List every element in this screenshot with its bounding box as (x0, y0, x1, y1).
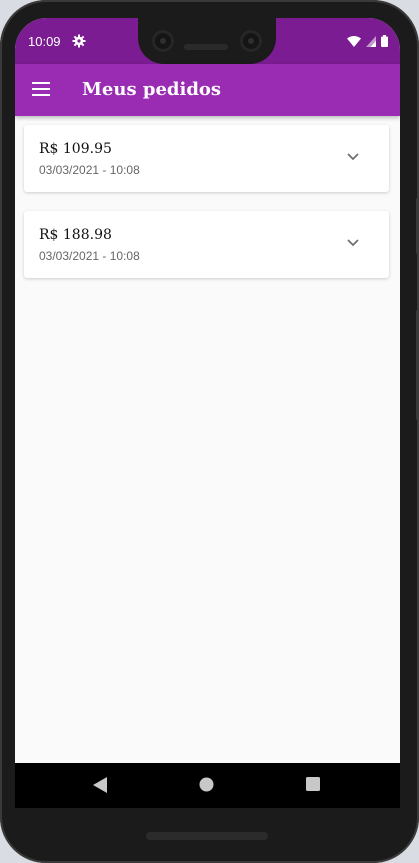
back-icon[interactable] (93, 777, 107, 793)
menu-icon[interactable] (32, 82, 50, 96)
order-amount: R$ 188.98 (39, 227, 112, 243)
bottom-speaker-grille (146, 832, 268, 840)
screen: 10:09 Meus pedidos R$ 109.95 03/03/2021 … (15, 18, 400, 808)
status-time: 10:09 (28, 34, 61, 49)
home-icon[interactable] (199, 777, 214, 792)
front-camera (152, 30, 174, 52)
phone-frame: 10:09 Meus pedidos R$ 109.95 03/03/2021 … (0, 0, 419, 863)
app-bar: Meus pedidos (15, 64, 400, 116)
navigation-bar (15, 763, 400, 808)
order-card[interactable]: R$ 109.95 03/03/2021 - 10:08 (24, 125, 389, 192)
order-date: 03/03/2021 - 10:08 (39, 249, 140, 263)
recents-icon[interactable] (306, 777, 320, 791)
order-card[interactable]: R$ 188.98 03/03/2021 - 10:08 (24, 211, 389, 278)
battery-icon (381, 35, 388, 47)
earpiece-speaker (184, 44, 228, 50)
order-date: 03/03/2021 - 10:08 (39, 163, 140, 177)
wifi-icon (347, 36, 361, 47)
chevron-down-icon[interactable] (347, 239, 359, 247)
signal-icon (366, 36, 376, 47)
order-amount: R$ 109.95 (39, 141, 112, 157)
gear-icon (72, 34, 86, 48)
orders-list: R$ 109.95 03/03/2021 - 10:08 R$ 188.98 0… (24, 125, 389, 297)
chevron-down-icon[interactable] (347, 153, 359, 161)
front-camera-secondary (240, 30, 262, 52)
camera-notch (138, 18, 276, 64)
page-title: Meus pedidos (82, 79, 222, 100)
